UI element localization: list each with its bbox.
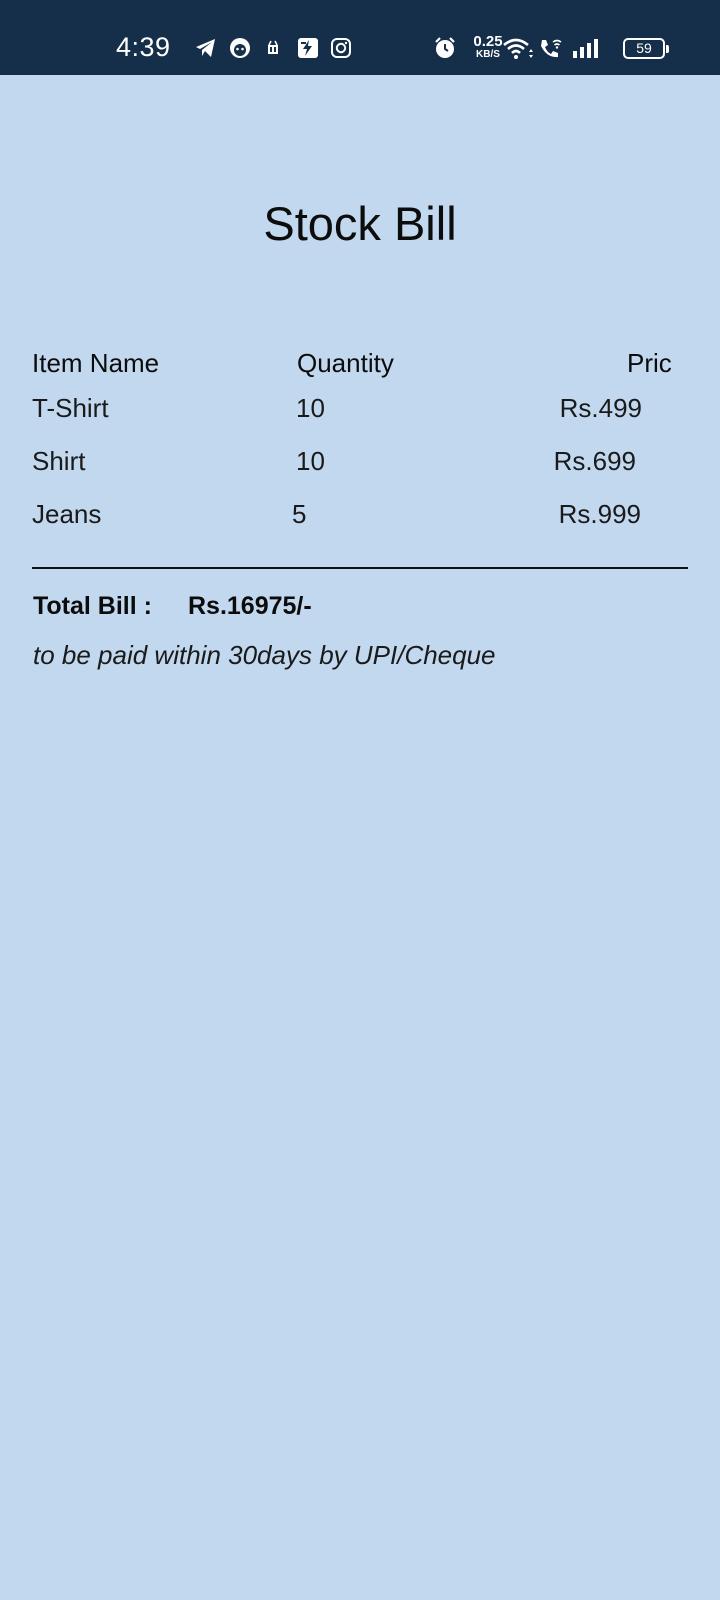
battery-icon: 59	[623, 38, 669, 59]
row-price: Rs.499	[559, 393, 642, 423]
signal-icon	[573, 39, 598, 58]
row-item-name: Jeans	[32, 499, 102, 529]
total-bill-value: Rs.16975/-	[188, 592, 312, 620]
row-quantity: 10	[296, 446, 325, 476]
total-bill-label: Total Bill :	[33, 592, 152, 620]
row-price: Rs.999	[558, 499, 641, 529]
network-speed: 0.25 KB/S	[470, 34, 506, 60]
network-speed-value: 0.25	[473, 33, 503, 50]
row-price: Rs.699	[553, 446, 636, 476]
row-item-name: T-Shirt	[32, 393, 109, 423]
instagram-icon	[331, 38, 351, 58]
status-time: 4:39	[116, 32, 171, 62]
status-bar: 4:39 0.25 KB/S 59	[0, 0, 720, 75]
payment-note: to be paid within 30days by UPI/Cheque	[33, 640, 496, 670]
row-item-name: Shirt	[32, 446, 86, 476]
header-item-name: Item Name	[32, 348, 160, 378]
row-quantity: 5	[292, 499, 307, 529]
divider	[32, 567, 688, 569]
wifi-icon	[503, 38, 533, 59]
header-price: Pric	[627, 348, 672, 378]
wifi-calling-icon	[541, 39, 562, 58]
network-speed-unit: KB/S	[476, 49, 500, 60]
messenger-icon	[230, 38, 250, 58]
telegram-icon	[196, 39, 215, 57]
notification-icon	[268, 40, 278, 54]
header-quantity: Quantity	[297, 348, 394, 378]
row-quantity: 10	[296, 393, 325, 423]
alarm-icon	[435, 37, 455, 58]
page-title: Stock Bill	[263, 197, 457, 250]
app-icon	[298, 38, 318, 58]
